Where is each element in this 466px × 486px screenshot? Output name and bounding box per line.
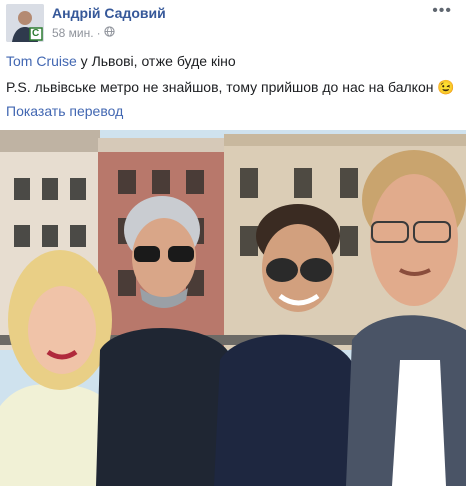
post-text-line-1-rest: у Львові, отже буде кіно bbox=[76, 53, 236, 69]
post-text-line-1: Tom Cruise у Львові, отже буде кіно bbox=[6, 53, 236, 69]
globe-icon bbox=[103, 26, 115, 40]
post-header: C Андрій Садовий 58 мин. · ••• bbox=[0, 0, 466, 48]
avatar-badge-text: C bbox=[32, 28, 40, 39]
wink-emoji-icon: 😉 bbox=[437, 79, 455, 95]
more-dots-icon[interactable]: ••• bbox=[432, 2, 452, 20]
post-text-line-2: P.S. львівське метро не знайшов, тому пр… bbox=[6, 79, 455, 96]
post-time[interactable]: 58 мин. bbox=[52, 26, 94, 40]
avatar[interactable]: C bbox=[6, 4, 44, 42]
tagged-person-link[interactable]: Tom Cruise bbox=[6, 53, 77, 69]
author-name[interactable]: Андрій Садовий bbox=[52, 5, 166, 21]
post-photo[interactable] bbox=[0, 130, 466, 486]
post-text-line-2-body: P.S. львівське метро не знайшов, тому пр… bbox=[6, 79, 434, 95]
meta-separator: · bbox=[96, 26, 101, 40]
post-meta: 58 мин. · bbox=[52, 26, 115, 40]
show-translation-link[interactable]: Показать перевод bbox=[6, 103, 123, 119]
